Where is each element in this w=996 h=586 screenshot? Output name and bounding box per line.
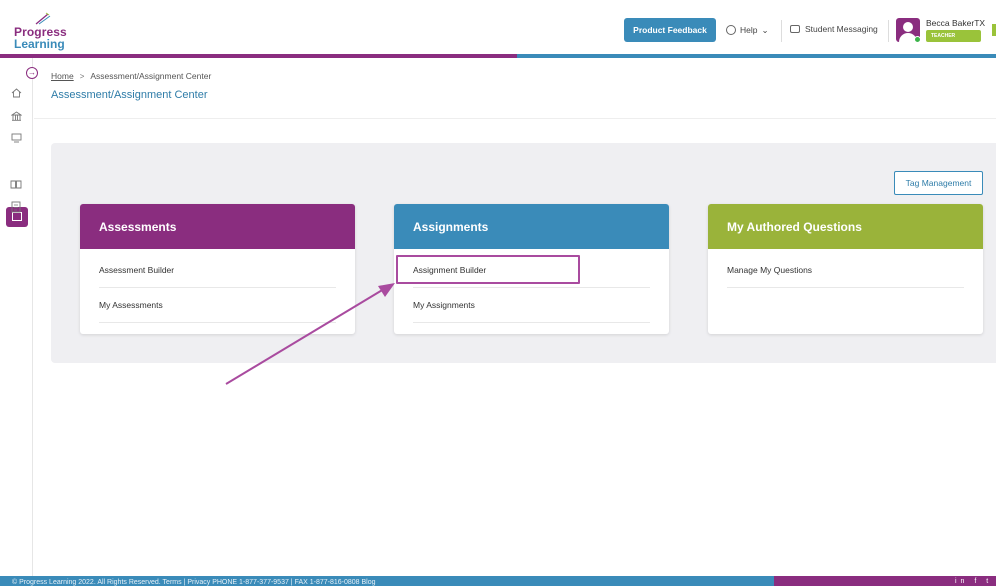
classroom-icon [11,133,21,143]
chevron-down-icon: ⌄ [761,24,769,35]
social-icons[interactable]: in f t [955,578,992,585]
breadcrumb-separator: > [79,71,85,81]
student-messaging-label: Student Messaging [805,24,878,34]
sidebar-item-home[interactable] [8,86,24,100]
card-title: Assignments [394,204,669,249]
page-title: Assessment/Assignment Center [51,89,208,101]
sidebar-item-reports[interactable] [8,200,24,214]
logo-mark-icon [35,12,51,25]
library-icon [10,180,22,189]
avatar-head-shape [903,22,913,32]
sidebar-item-library[interactable] [8,177,24,191]
product-feedback-button[interactable]: Product Feedback [624,18,716,42]
footer-text: © Progress Learning 2022. All Rights Res… [12,579,376,586]
card-title: Assessments [80,204,355,249]
help-label: Help [740,25,758,35]
home-icon [11,88,21,98]
header-divider [781,20,782,42]
student-messaging-link[interactable]: Student Messaging [790,24,878,34]
assessments-card: Assessments Assessment Builder My Assess… [80,204,355,334]
header-divider [888,20,889,42]
sidebar-item-school[interactable] [8,109,24,123]
brand-stripe [0,54,996,58]
divider [34,118,996,119]
help-circle-icon [726,25,736,35]
help-menu[interactable]: Help ⌄ [726,24,769,36]
edge-tab[interactable] [992,24,996,36]
breadcrumb: Home > Assessment/Assignment Center [51,71,211,81]
footer: © Progress Learning 2022. All Rights Res… [0,576,996,586]
chat-icon [790,25,800,33]
top-header: Progress Learning Product Feedback Help … [0,0,996,54]
online-status-dot [914,36,921,43]
breadcrumb-current: Assessment/Assignment Center [90,71,212,81]
breadcrumb-home-link[interactable]: Home [51,71,74,81]
progress-learning-logo[interactable]: Progress Learning [14,12,74,51]
tag-management-button[interactable]: Tag Management [894,171,983,195]
school-icon [10,111,22,121]
assessment-builder-link[interactable]: Assessment Builder [99,253,336,288]
logo-text-line2: Learning [14,37,65,51]
card-title: My Authored Questions [708,204,983,249]
sidebar-expand-icon[interactable]: → [26,67,38,79]
report-icon [11,201,21,213]
my-assignments-link[interactable]: My Assignments [413,288,650,323]
user-name[interactable]: Becca BakerTX [926,18,985,28]
sidebar [0,58,33,576]
sidebar-item-classroom[interactable] [8,131,24,145]
manage-my-questions-link[interactable]: Manage My Questions [727,253,964,288]
my-assessments-link[interactable]: My Assessments [99,288,336,323]
annotation-highlight-box [396,255,580,284]
authored-questions-card: My Authored Questions Manage My Question… [708,204,983,334]
user-role-badge: TEACHER [926,30,981,42]
